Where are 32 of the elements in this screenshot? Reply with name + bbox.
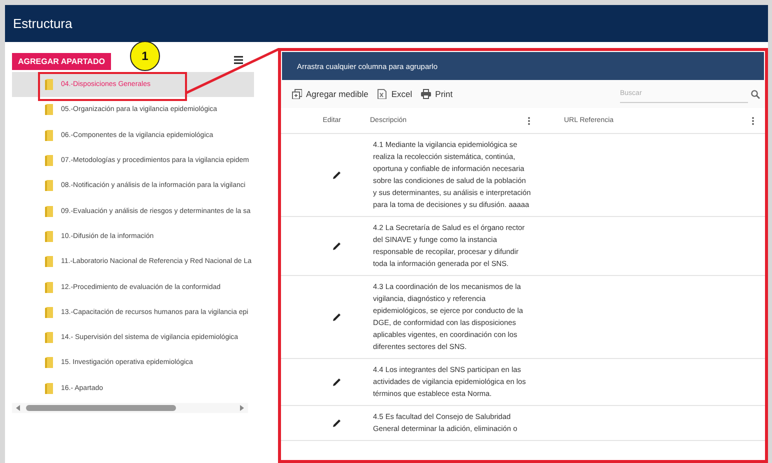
menu-icon — [234, 56, 243, 64]
folder-icon — [45, 180, 53, 192]
pencil-icon — [333, 171, 341, 179]
horizontal-scrollbar[interactable] — [12, 402, 248, 413]
printer-icon — [421, 89, 432, 99]
add-icon — [292, 89, 302, 99]
folder-icon — [45, 206, 53, 217]
scroll-left-icon — [16, 404, 20, 411]
pencil-icon — [333, 242, 341, 250]
spreadsheet-icon — [377, 89, 388, 99]
folder-icon — [45, 79, 53, 90]
toolbar-button[interactable]: Agregar medible — [289, 89, 372, 99]
folder-icon — [45, 357, 53, 368]
scroll-right-icon — [240, 404, 244, 411]
folder-icon — [45, 155, 53, 166]
add-section-button[interactable]: AGREGAR APARTADO — [12, 52, 111, 70]
folder-icon — [45, 382, 53, 394]
pencil-icon — [333, 419, 341, 427]
window-title: Estructura — [13, 16, 72, 31]
folder-icon — [45, 282, 53, 293]
pencil-icon — [333, 378, 341, 386]
folder-icon — [45, 332, 53, 344]
folder-icon — [45, 130, 53, 141]
search-icon — [751, 90, 760, 98]
toolbar-button[interactable]: Excel — [374, 89, 416, 99]
folder-icon — [45, 104, 53, 116]
folder-icon — [45, 230, 53, 242]
pencil-icon — [333, 313, 341, 321]
scrollbar-thumb[interactable] — [26, 404, 176, 411]
folder-icon — [45, 306, 53, 318]
folder-icon — [45, 256, 53, 268]
toolbar-button[interactable]: Print — [418, 89, 456, 99]
